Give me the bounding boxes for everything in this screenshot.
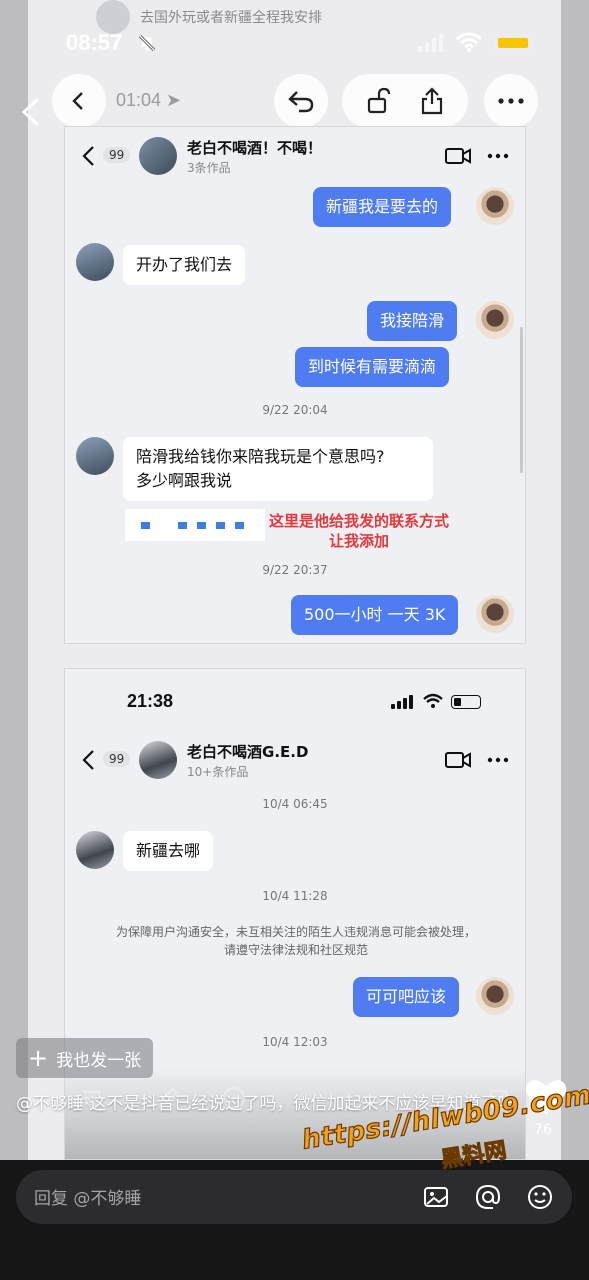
notification-text: 去国外玩或者新疆全程我安排 xyxy=(140,10,322,26)
more-dots-icon[interactable] xyxy=(487,153,509,159)
chat-header: 99 老白不喝酒G.E.D 10+条作品 xyxy=(65,731,525,789)
edge-back-icon[interactable] xyxy=(18,96,44,128)
safety-notice: 为保障用户沟通安全，未互相关注的陌生人违规消息可能会被处理，请遵守法律法规和社区… xyxy=(115,925,476,957)
more-dots-icon xyxy=(498,98,524,104)
at-icon[interactable] xyxy=(474,1183,502,1211)
contact-avatar xyxy=(139,137,177,175)
my-avatar xyxy=(476,595,514,633)
message-bubble: 到时候有需要滴滴 xyxy=(295,347,450,387)
chevron-left-icon xyxy=(72,92,83,110)
also-post-button[interactable]: + 我也发一张 xyxy=(16,1038,154,1078)
chat-screenshot-1: 99 老白不喝酒！不喝！ 3条作品 新疆我是要去的 开办了我们去 我接陪滑 到时… xyxy=(64,126,526,644)
redacted-contact-info xyxy=(125,509,265,541)
unread-badge: 99 xyxy=(103,751,131,767)
signal-icon xyxy=(418,34,443,52)
wifi-icon xyxy=(423,693,443,708)
contact-works: 10+条作品 xyxy=(187,765,249,779)
chat-header: 99 老白不喝酒！不喝！ 3条作品 xyxy=(65,127,525,185)
status-time: 08:57 xyxy=(66,30,123,55)
contact-avatar xyxy=(76,243,114,281)
contact-avatar xyxy=(76,437,114,475)
my-avatar xyxy=(476,301,514,339)
message-bubble: 我接陪滑 xyxy=(367,301,458,341)
recording-time: 01:04 ➤ xyxy=(116,90,182,110)
notification-avatar xyxy=(96,0,130,34)
timestamp: 9/22 20:04 xyxy=(262,403,328,417)
contact-avatar xyxy=(139,741,177,779)
also-post-label: 我也发一张 xyxy=(56,1050,142,1071)
video-call-icon[interactable] xyxy=(445,751,471,769)
like-count: 76 xyxy=(534,1122,552,1138)
video-call-icon[interactable] xyxy=(445,147,471,165)
undo-icon xyxy=(288,91,314,113)
contact-name: 老白不喝酒G.E.D xyxy=(187,743,309,761)
action-pill xyxy=(342,74,468,128)
message-bubble: 可可吧应该 xyxy=(353,977,460,1017)
plus-icon: + xyxy=(28,1044,49,1072)
unlock-icon[interactable] xyxy=(365,87,393,115)
chevron-left-icon[interactable] xyxy=(81,145,95,167)
red-annotation: 这里是他给我发的联系方式 让我添加 xyxy=(269,512,450,550)
faded-notification: 去国外玩或者新疆全程我安排 xyxy=(96,0,496,34)
message-bubble: 陪滑我给钱你来陪我玩是个意思吗? 多少啊跟我说 xyxy=(123,437,433,501)
signal-icon xyxy=(391,695,413,709)
wifi-icon xyxy=(456,32,482,52)
status-time: 21:38 xyxy=(127,691,174,711)
contact-name: 老白不喝酒！不喝！ xyxy=(187,139,323,157)
image-icon[interactable] xyxy=(422,1183,450,1211)
battery-icon xyxy=(451,695,481,709)
battery-icon xyxy=(494,34,532,52)
timestamp: 10/4 11:28 xyxy=(262,889,328,903)
timestamp: 9/22 20:37 xyxy=(262,563,328,577)
undo-button[interactable] xyxy=(274,74,328,128)
more-button[interactable] xyxy=(484,74,538,128)
back-button[interactable] xyxy=(52,74,106,128)
my-avatar xyxy=(476,977,514,1015)
contact-avatar xyxy=(76,831,114,869)
share-icon[interactable] xyxy=(419,87,445,115)
chevron-left-icon[interactable] xyxy=(81,749,95,771)
scrollbar xyxy=(520,327,523,473)
emoji-icon[interactable] xyxy=(526,1183,554,1211)
message-bubble: 新疆我是要去的 xyxy=(313,187,452,227)
chat-screenshot-2: 21:38 99 老白不喝酒G.E.D 10+条作品 10/4 06:45 新疆… xyxy=(64,668,526,1160)
contact-works: 3条作品 xyxy=(187,161,231,175)
my-avatar xyxy=(476,187,514,225)
more-dots-icon[interactable] xyxy=(487,757,509,763)
message-bubble: 新疆去哪 xyxy=(123,831,214,871)
message-bubble: 开办了我们去 xyxy=(123,245,246,285)
timestamp: 10/4 06:45 xyxy=(262,797,328,811)
bell-off-icon xyxy=(138,34,156,52)
message-bubble: 500一小时 一天 3K xyxy=(291,595,459,635)
unread-badge: 99 xyxy=(103,147,131,163)
reply-placeholder: 回复 @不够睡 xyxy=(34,1189,142,1209)
